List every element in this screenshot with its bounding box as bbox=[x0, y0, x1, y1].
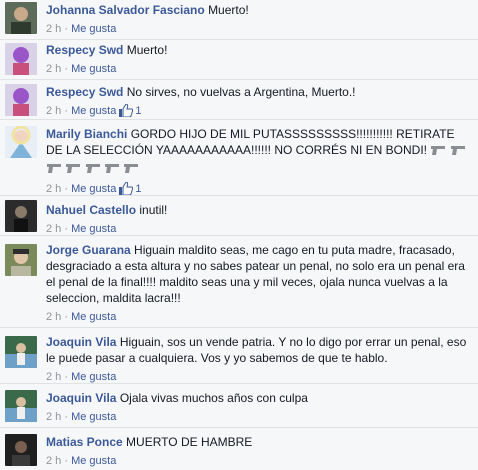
like-link[interactable]: Me gusta bbox=[71, 23, 116, 35]
like-count[interactable]: 1 bbox=[135, 183, 141, 195]
comment-time[interactable]: 2 h bbox=[46, 183, 61, 195]
comment-time[interactable]: 2 h bbox=[46, 23, 61, 35]
comment-author[interactable]: Matias Ponce bbox=[46, 435, 123, 449]
comment: Joaquin Vila Higuain, sos un vende patri… bbox=[0, 328, 478, 384]
comment-author[interactable]: Jorge Guarana bbox=[46, 243, 131, 257]
avatar[interactable] bbox=[5, 390, 37, 422]
avatar[interactable] bbox=[5, 336, 37, 368]
pistol-icon bbox=[46, 162, 62, 178]
like-link[interactable]: Me gusta bbox=[71, 63, 116, 75]
comment-text: Ojala vivas muchos años con culpa bbox=[119, 391, 308, 405]
comment-time[interactable]: 2 h bbox=[46, 63, 61, 75]
comment-time[interactable]: 2 h bbox=[46, 223, 61, 235]
comment: Respecy Swd Muerto! 2 h · Me gusta bbox=[0, 40, 478, 80]
comment-text: MUERTO DE HAMBRE bbox=[126, 435, 253, 449]
like-link[interactable]: Me gusta bbox=[71, 371, 116, 383]
comment-author[interactable]: Johanna Salvador Fasciano bbox=[46, 3, 205, 17]
like-link[interactable]: Me gusta bbox=[71, 311, 116, 323]
like-link[interactable]: Me gusta bbox=[71, 411, 116, 423]
pistol-icon bbox=[123, 162, 139, 178]
avatar[interactable] bbox=[5, 43, 37, 75]
comment-author[interactable]: Joaquin Vila bbox=[46, 391, 116, 405]
pistol-icon bbox=[104, 162, 120, 178]
comment-author[interactable]: Respecy Swd bbox=[46, 85, 123, 99]
comment-text: inutil! bbox=[139, 203, 168, 217]
comment-author[interactable]: Respecy Swd bbox=[46, 43, 123, 57]
like-link[interactable]: Me gusta bbox=[71, 223, 116, 235]
avatar[interactable] bbox=[5, 2, 37, 34]
like-link[interactable]: Me gusta bbox=[71, 105, 116, 117]
comment-time[interactable]: 2 h bbox=[46, 105, 61, 117]
comment-time[interactable]: 2 h bbox=[46, 411, 61, 423]
comment: Matias Ponce MUERTO DE HAMBRE 2 h · Me g… bbox=[0, 428, 478, 470]
comment-text: Muerto! bbox=[126, 43, 168, 57]
avatar[interactable] bbox=[5, 126, 37, 158]
pistol-icon bbox=[430, 144, 446, 160]
comment: Jorge Guarana Higuain maldito seas, me c… bbox=[0, 236, 478, 328]
comment-author[interactable]: Joaquin Vila bbox=[46, 335, 116, 349]
comment: Respecy Swd No sirves, no vuelvas a Arge… bbox=[0, 80, 478, 120]
comment-time[interactable]: 2 h bbox=[46, 311, 61, 323]
pistol-icon bbox=[450, 144, 466, 160]
like-count[interactable]: 1 bbox=[135, 105, 141, 117]
like-link[interactable]: Me gusta bbox=[71, 455, 116, 467]
pistol-icon bbox=[85, 162, 101, 178]
avatar[interactable] bbox=[5, 200, 37, 232]
comment: Marily Bianchi GORDO HIJO DE MIL PUTASSS… bbox=[0, 120, 478, 196]
comment: Nahuel Castello inutil! 2 h · Me gusta bbox=[0, 196, 478, 236]
comment-text: Muerto! bbox=[208, 3, 249, 17]
pistol-icon bbox=[65, 162, 81, 178]
comment: Joaquin Vila Ojala vivas muchos años con… bbox=[0, 384, 478, 428]
avatar[interactable] bbox=[5, 434, 37, 466]
comment-author[interactable]: Nahuel Castello bbox=[46, 203, 136, 217]
like-link[interactable]: Me gusta bbox=[71, 183, 116, 195]
comment-author[interactable]: Marily Bianchi bbox=[46, 127, 127, 141]
avatar[interactable] bbox=[5, 84, 37, 116]
comment: Johanna Salvador Fasciano Muerto! 2 h · … bbox=[0, 0, 478, 40]
comment-text: No sirves, no vuelvas a Argentina, Muert… bbox=[126, 85, 356, 99]
comment-time[interactable]: 2 h bbox=[46, 371, 61, 383]
comment-list: Johanna Salvador Fasciano Muerto! 2 h · … bbox=[0, 0, 478, 470]
comment-time[interactable]: 2 h bbox=[46, 455, 61, 467]
avatar[interactable] bbox=[5, 244, 37, 276]
